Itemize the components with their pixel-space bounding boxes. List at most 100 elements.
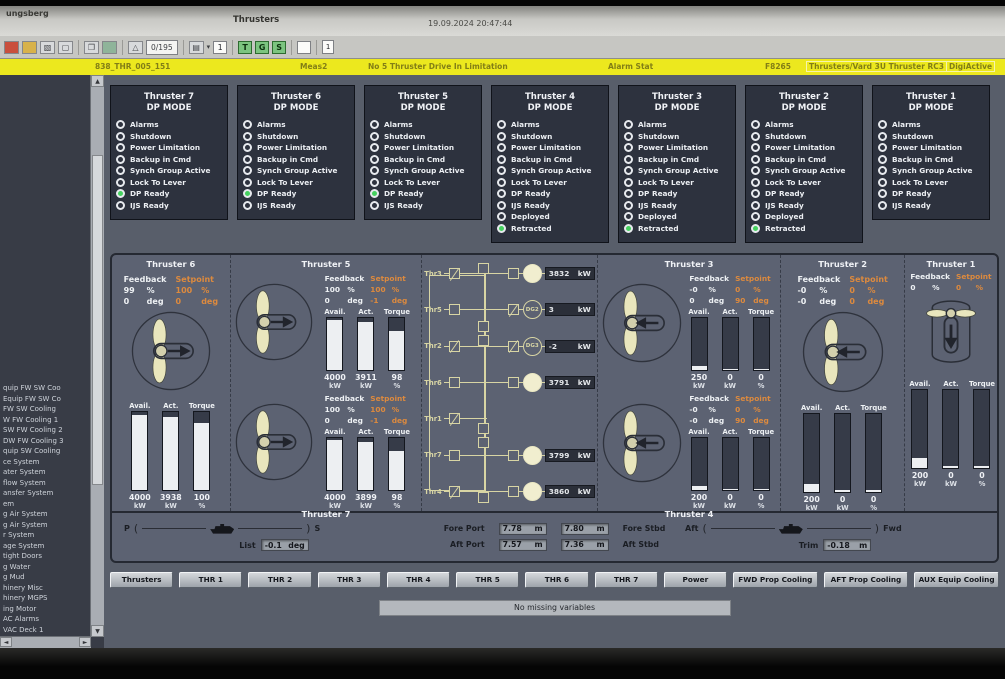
page-nav-button[interactable]: THR 3: [318, 572, 381, 588]
sidebar-item[interactable]: quip FW SW Coo: [3, 383, 88, 394]
degree-unit: deg: [753, 296, 770, 305]
sidebar-item[interactable]: SW FW Cooling 2: [3, 425, 88, 436]
page-nav-button[interactable]: THR 6: [525, 572, 588, 588]
bar-value: 0: [727, 373, 732, 382]
page-nav-button[interactable]: AUX Equip Cooling: [914, 572, 999, 588]
sidebar-item[interactable]: ce System: [3, 457, 88, 468]
sidebar-item[interactable]: AC Alarms: [3, 614, 88, 625]
folder-icon[interactable]: [22, 41, 37, 54]
fore-port-label: Fore Port: [444, 524, 485, 533]
sidebar-item[interactable]: VAC Deck 1: [3, 625, 88, 636]
azimuth-thruster-symbol: [601, 282, 683, 368]
alarm-path: Thrusters/Vard 3U Thruster RC3: [806, 61, 947, 72]
dropdown-caret-icon[interactable]: ▾: [207, 43, 211, 51]
tunnel-thruster-symbol: [921, 296, 981, 374]
dp-status-list: Alarms Shutdown Power Limita: [878, 120, 984, 210]
sidebar-vertical-scrollbar[interactable]: ▲ ▼: [90, 75, 104, 637]
scroll-down-icon[interactable]: ▼: [91, 625, 104, 637]
sidebar-item[interactable]: flow System: [3, 478, 88, 489]
sidebar-item[interactable]: tight Doors: [3, 551, 88, 562]
page-number-box[interactable]: 1: [213, 41, 227, 54]
scroll-up-icon[interactable]: ▲: [91, 75, 104, 87]
sidebar-item[interactable]: em: [3, 499, 88, 510]
sidebar-item[interactable]: g Air System: [3, 509, 88, 520]
setpoint-percent: 0: [735, 285, 747, 294]
page-nav-button[interactable]: THR 4: [387, 572, 450, 588]
mode-letter-button[interactable]: S: [272, 41, 286, 54]
status-led-icon: [497, 155, 506, 164]
page-nav-button[interactable]: THR 1: [179, 572, 242, 588]
sidebar-item[interactable]: age System: [3, 541, 88, 552]
dp-panel-thruster-title: Thruster 3: [624, 92, 730, 103]
sidebar-item[interactable]: W FW Cooling 1: [3, 415, 88, 426]
sidebar-item[interactable]: DW FW Cooling 3: [3, 436, 88, 447]
page-list-icon[interactable]: ▤: [189, 41, 204, 54]
scroll-right-icon[interactable]: ►: [79, 637, 91, 647]
sidebar-item[interactable]: g Mud: [3, 572, 88, 583]
page-nav-button[interactable]: THR 5: [456, 572, 519, 588]
thruster7-block: Feedback Setpoint 100 % 100 % 0 deg -1: [234, 392, 419, 510]
thruster4-data: Feedback Setpoint -0 % 0 % -0 deg 90 d: [683, 392, 778, 510]
generator-breaker-icon: [508, 377, 519, 388]
sidebar-item[interactable]: ansfer System: [3, 488, 88, 499]
sidebar-item[interactable]: r System: [3, 530, 88, 541]
sidebar-item[interactable]: ing Motor: [3, 604, 88, 615]
sidebar-item[interactable]: hinery Misc: [3, 583, 88, 594]
page-nav-button[interactable]: THR 7: [595, 572, 658, 588]
mode-letter-button[interactable]: T: [238, 41, 252, 54]
window-icon[interactable]: ▢: [58, 41, 73, 54]
sidebar-item[interactable]: g Air System: [3, 520, 88, 531]
page-nav-button[interactable]: AFT Prop Cooling: [824, 572, 909, 588]
chart-page-icon[interactable]: [102, 41, 117, 54]
status-led-icon: [370, 166, 379, 175]
blank-box[interactable]: [297, 41, 311, 54]
generator-kw-value: -2: [549, 342, 557, 351]
thruster7-bars: Avail. 4000 kW Act.: [323, 428, 409, 510]
status-led-icon: [878, 189, 887, 198]
sidebar-item[interactable]: g Water: [3, 562, 88, 573]
sidebar-item[interactable]: ater System: [3, 467, 88, 478]
sidebar-horizontal-scrollbar[interactable]: ◄ ►: [0, 636, 91, 648]
alarm-line[interactable]: 838_THR_005_151 Meas2 No 5 Thruster Driv…: [0, 59, 1005, 75]
generator-kw-unit: kW: [578, 269, 591, 278]
generator-branch: DG3 -2 kW: [487, 337, 595, 356]
alarm-bell-icon[interactable]: △: [128, 41, 143, 54]
mode-letter-button[interactable]: G: [255, 41, 269, 54]
wire: [487, 491, 508, 492]
bar-unit: %: [198, 502, 205, 510]
sidebar-item[interactable]: Equip FW SW Co: [3, 394, 88, 405]
printer-icon[interactable]: ▧: [40, 41, 55, 54]
sidebar-item[interactable]: FW SW Cooling: [3, 404, 88, 415]
generator-breaker-icon: [508, 450, 519, 461]
feedback-percent: 100: [325, 405, 342, 414]
sidebar-item[interactable]: hinery MGPS: [3, 593, 88, 604]
page-back-icon[interactable]: ❐: [84, 41, 99, 54]
scrollbar-thumb[interactable]: [92, 155, 103, 485]
application-window: ungsberg Thrusters 19.09.2024 20:47:44 ▧…: [0, 6, 1005, 648]
status-led-icon: [878, 166, 887, 175]
single-page-icon[interactable]: 1: [322, 40, 334, 54]
alarm-tag: 838_THR_005_151: [95, 62, 170, 71]
status-led-icon: [370, 155, 379, 164]
generator-kw-unit: kW: [578, 305, 591, 314]
status-label: Deployed: [638, 212, 677, 221]
dp-status-row: Backup in Cmd: [116, 155, 222, 164]
generator-kw-unit: kW: [578, 451, 591, 460]
bar-unit: kW: [945, 480, 957, 488]
status-led-icon: [878, 143, 887, 152]
page-nav-button[interactable]: Power: [664, 572, 727, 588]
sidebar-item[interactable]: quip SW Cooling: [3, 446, 88, 457]
page-nav-button[interactable]: Thrusters: [110, 572, 173, 588]
scroll-left-icon[interactable]: ◄: [0, 637, 12, 647]
page-nav-button[interactable]: FWD Prop Cooling: [733, 572, 818, 588]
bar-label: Avail.: [324, 308, 345, 317]
bar-unit: kW: [724, 382, 736, 390]
status-led-icon: [624, 120, 633, 129]
page-nav-button[interactable]: THR 2: [248, 572, 311, 588]
feeder-breaker-icon: [449, 304, 460, 315]
dp-status-row: IJS Ready: [751, 201, 857, 210]
status-label: Synch Group Active: [384, 166, 465, 175]
alarm-silence-icon[interactable]: [4, 41, 19, 54]
generator-icon: DG2: [523, 300, 542, 319]
dp-status-row: Shutdown: [751, 132, 857, 141]
